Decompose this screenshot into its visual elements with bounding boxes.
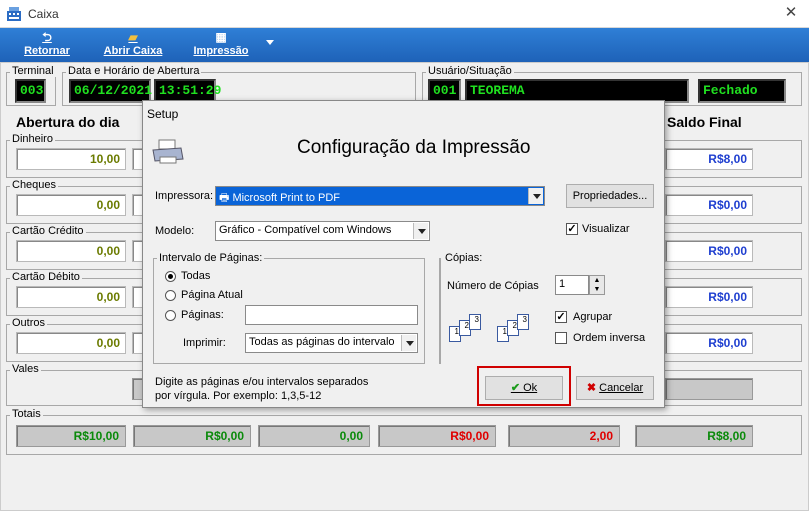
- date-value: 06/12/2021: [69, 79, 152, 103]
- modelo-select[interactable]: Gráfico - Compatível com Windows: [215, 221, 430, 241]
- x-icon: ✖: [586, 382, 600, 394]
- chevron-down-icon[interactable]: [266, 40, 274, 45]
- dialog-title: Setup: [147, 107, 179, 121]
- paginas-radio[interactable]: [165, 310, 176, 321]
- terminal-value: 003: [15, 79, 46, 103]
- small-printer-icon: 🖶: [219, 192, 233, 204]
- cancelar-button[interactable]: ✖ Cancelar: [576, 376, 654, 400]
- vales-label: Vales: [10, 363, 41, 375]
- printer-icon: [152, 139, 184, 164]
- collate-pages-icon: 1 2 3: [449, 314, 495, 346]
- chevron-down-icon: [413, 223, 428, 239]
- toolbar: ⮌ Retornar ▰ Abrir Caixa ▦ Impressão: [0, 28, 809, 62]
- window-title: Caixa: [28, 7, 59, 21]
- coins-icon: ▰: [128, 30, 138, 44]
- pagina-atual-label: Página Atual: [181, 289, 243, 301]
- ok-button[interactable]: ✔ Ok: [485, 376, 563, 400]
- impressora-label: Impressora:: [155, 190, 214, 202]
- chevron-down-icon: [528, 188, 543, 204]
- saldo-cartao-credito-value: R$0,00: [665, 240, 753, 262]
- total-value: R$0,00: [378, 425, 496, 447]
- status-value: Fechado: [698, 79, 786, 103]
- visualizar-checkbox[interactable]: ✓: [566, 223, 578, 235]
- abertura-cheques-value[interactable]: 0,00: [16, 194, 126, 216]
- row-label: Cartão Crédito: [10, 225, 86, 237]
- abrir-caixa-button[interactable]: ▰ Abrir Caixa: [100, 30, 166, 60]
- modelo-label: Modelo:: [155, 225, 195, 237]
- setup-dialog: Setup Configuração da Impressão Impresso…: [142, 100, 665, 408]
- dialog-heading: Configuração da Impressão: [297, 137, 531, 158]
- return-arrow-icon: ⮌: [42, 30, 52, 44]
- saldo-dinheiro-value: R$8,00: [665, 148, 753, 170]
- agrupar-checkbox[interactable]: ✓: [555, 311, 567, 323]
- printer-icon: ▦: [215, 30, 227, 44]
- hint-text: Digite as páginas e/ou intervalos separa…: [155, 376, 369, 388]
- abertura-cartao-debito-value[interactable]: 0,00: [16, 286, 126, 308]
- ordem-inversa-label: Ordem inversa: [573, 332, 646, 344]
- usuario-label: Usuário/Situação: [426, 65, 514, 77]
- abertura-cartao-credito-value[interactable]: 0,00: [16, 240, 126, 262]
- abertura-column-heading: Abertura do dia: [16, 114, 120, 130]
- saldo-outros-value: R$0,00: [665, 332, 753, 354]
- agrupar-label: Agrupar: [573, 311, 613, 323]
- total-value: R$10,00: [16, 425, 126, 447]
- paginas-input[interactable]: [245, 305, 418, 325]
- impressora-select[interactable]: 🖶 Microsoft Print to PDF: [215, 186, 545, 206]
- hint-text: por vírgula. Por exemplo: 1,3,5-12: [155, 390, 322, 402]
- todas-label: Todas: [181, 270, 211, 282]
- todas-radio[interactable]: [165, 271, 176, 282]
- chevron-down-icon: [401, 335, 416, 351]
- total-value: 0,00: [258, 425, 370, 447]
- saldo-cartao-debito-value: R$0,00: [665, 286, 753, 308]
- retornar-button[interactable]: ⮌ Retornar: [18, 30, 76, 60]
- copias-group: [439, 258, 441, 364]
- visualizar-label: Visualizar: [582, 223, 630, 235]
- propriedades-button[interactable]: Propriedades...: [566, 184, 654, 208]
- abertura-label: Data e Horário de Abertura: [66, 65, 202, 77]
- cash-register-icon: [7, 7, 21, 21]
- title-bar: Caixa ✕: [0, 0, 809, 28]
- imprimir-label: Imprimir:: [183, 337, 226, 349]
- terminal-label: Terminal: [10, 65, 56, 77]
- total-value: R$8,00: [635, 425, 753, 447]
- impressao-button[interactable]: ▦ Impressão: [188, 30, 254, 60]
- row-label: Cheques: [10, 179, 59, 191]
- total-value: 2,00: [508, 425, 620, 447]
- row-label: Outros: [10, 317, 48, 329]
- row-label: Cartão Débito: [10, 271, 82, 283]
- row-label: Dinheiro: [10, 133, 55, 145]
- total-value: R$0,00: [133, 425, 251, 447]
- numero-copias-input[interactable]: 1: [555, 275, 589, 295]
- abertura-dinheiro-value[interactable]: 10,00: [16, 148, 126, 170]
- copias-label: Cópias:: [443, 252, 485, 264]
- saldo-cheques-value: R$0,00: [665, 194, 753, 216]
- imprimir-select[interactable]: Todas as páginas do intervalo: [245, 333, 418, 353]
- totais-label: Totais: [10, 408, 43, 420]
- pagina-atual-radio[interactable]: [165, 290, 176, 301]
- intervalo-label: Intervalo de Páginas:: [157, 252, 265, 264]
- copias-spinner[interactable]: ▲ ▼: [589, 275, 605, 295]
- vale-saldo-field: [665, 378, 753, 400]
- saldo-final-column-heading: Saldo Final: [667, 114, 742, 130]
- ordem-inversa-checkbox[interactable]: [555, 332, 567, 344]
- collate-pages-icon: 1 2 3: [497, 314, 543, 346]
- abertura-outros-value[interactable]: 0,00: [16, 332, 126, 354]
- close-icon[interactable]: ✕: [782, 4, 800, 22]
- checkmark-icon: ✔: [510, 382, 524, 394]
- numero-copias-label: Número de Cópias: [447, 280, 539, 292]
- paginas-label: Páginas:: [181, 309, 224, 321]
